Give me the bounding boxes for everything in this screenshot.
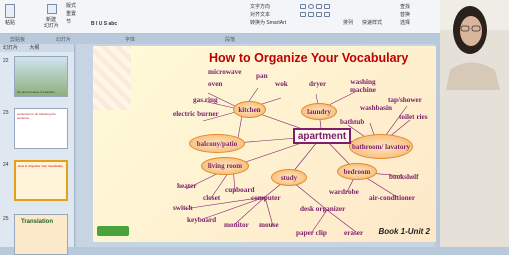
node-living-room: living room [201,157,249,175]
new-slide-icon[interactable] [47,4,57,14]
group-slides: 幻灯片 [56,37,72,43]
shape-arrow-icon[interactable] [324,4,330,9]
word-pan: pan [256,72,268,80]
node-study: study [271,169,307,186]
slide-number: 22 [3,58,9,64]
word-dryer: dryer [309,80,327,88]
word-cupboard: cupboard [225,186,255,194]
text-direction-button[interactable]: 文字方向 [250,4,270,10]
paste-button[interactable]: 粘贴 [5,20,15,26]
slide-number: 25 [3,216,9,222]
select-button[interactable]: 选择 [400,20,410,26]
word-washbasin: washbasin [360,104,392,112]
word-oven: oven [208,80,223,88]
font-bold-button[interactable]: B I U S abc [91,21,117,27]
node-kitchen: kitchen [233,101,266,118]
shape-callout-icon[interactable] [324,12,330,17]
word-gas-ring: gas ring [193,96,218,104]
slides-panel: 幻灯片 大纲 22 My dream house is beautiful 23… [0,44,75,255]
group-clipboard: 剪贴板 [10,37,26,43]
word-wardrobe: wardrobe [329,188,359,196]
word-switch: switch [173,204,193,212]
webcam-feed [440,0,509,247]
shape-triangle-icon[interactable] [308,12,314,17]
shape-rect-icon[interactable] [300,4,306,9]
node-balcony-patio: balcony/patio [189,134,245,153]
book-unit-label: Book 1-Unit 2 [378,227,430,236]
group-font: 字体 [125,37,136,43]
ribbon: 粘贴 新建 幻灯片 版式 重置 节 B I U S abc 文字方向 对齐文本 … [0,0,440,34]
word-keyboard: keyboard [187,216,217,224]
panel-tabs: 幻灯片 大纲 [0,44,74,52]
slide-thumbnail-active[interactable]: How to Organize Your Vocabulary [14,160,68,201]
replace-button[interactable]: 替换 [400,12,410,18]
shape-star-icon[interactable] [300,12,306,17]
nav-arrows-icon[interactable] [97,226,129,236]
presenter-video [440,0,509,247]
word-bookshelf: bookshelf [389,173,419,181]
layout-button[interactable]: 版式 [66,3,76,9]
word-electric-burner: electric burner [173,110,219,118]
tab-outline[interactable]: 大纲 [29,44,39,52]
shape-brace-icon[interactable] [316,12,322,17]
shape-oval-icon[interactable] [308,4,314,9]
quick-styles-button[interactable]: 快速样式 [362,20,382,26]
node-apartment: apartment [293,128,351,144]
arrange-button[interactable]: 排列 [343,20,353,26]
reset-button[interactable]: 重置 [66,11,76,17]
paste-icon[interactable] [5,4,15,18]
convert-smartart-button[interactable]: 转换为 SmartArt [250,20,286,26]
align-text-button[interactable]: 对齐文本 [250,12,270,18]
thumb-text: How to Organize Your Vocabulary [18,164,63,168]
word-computer: computer [251,194,281,202]
slide-thumbnail[interactable]: My dream house is beautiful [14,56,68,97]
slide-thumbnail[interactable]: Translation [14,214,68,255]
slide-number: 24 [3,162,9,168]
group-paragraph: 段落 [225,37,236,43]
word-paper-clip: paper clip [296,229,327,237]
find-button[interactable]: 查找 [400,4,410,10]
thumb-text: Translation [21,219,54,225]
thumb-text: My dream house is beautiful [17,90,55,94]
slide-thumbnail[interactable]: sentences to do following the sentence [14,108,68,149]
word-eraser: eraser [344,229,364,237]
tab-slides[interactable]: 幻灯片 [3,44,18,52]
node-laundry: laundry [301,103,337,120]
word-toiletries: toilet ries [399,113,428,121]
new-slide-label2: 幻灯片 [44,23,60,29]
word-air-conditioner: air-conditioner [369,194,416,202]
word-microwave: microwave [208,68,242,76]
section-button[interactable]: 节 [66,19,71,25]
word-heater: heater [177,182,197,190]
current-slide[interactable]: How to Organize Your Vocabulary kitchen … [93,46,436,242]
word-tap-shower: tap/shower [388,96,422,104]
slide-number: 23 [3,110,9,116]
word-washing-machine: washing machine [350,78,376,94]
word-closet: closet [203,194,221,202]
word-desk-organizer: desk organizer [300,205,346,213]
word-mouse: mouse [259,221,279,229]
word-wok: wok [275,80,288,88]
word-monitor: monitor [224,221,249,229]
word-bathtub: bathtub [340,118,365,126]
node-bathroom-lavatory: bathroom/ lavatory [349,134,413,159]
thumb-text: sentences to do following the sentence [17,112,56,120]
shape-line-icon[interactable] [316,4,322,9]
node-bedroom: bedroom [337,163,377,180]
